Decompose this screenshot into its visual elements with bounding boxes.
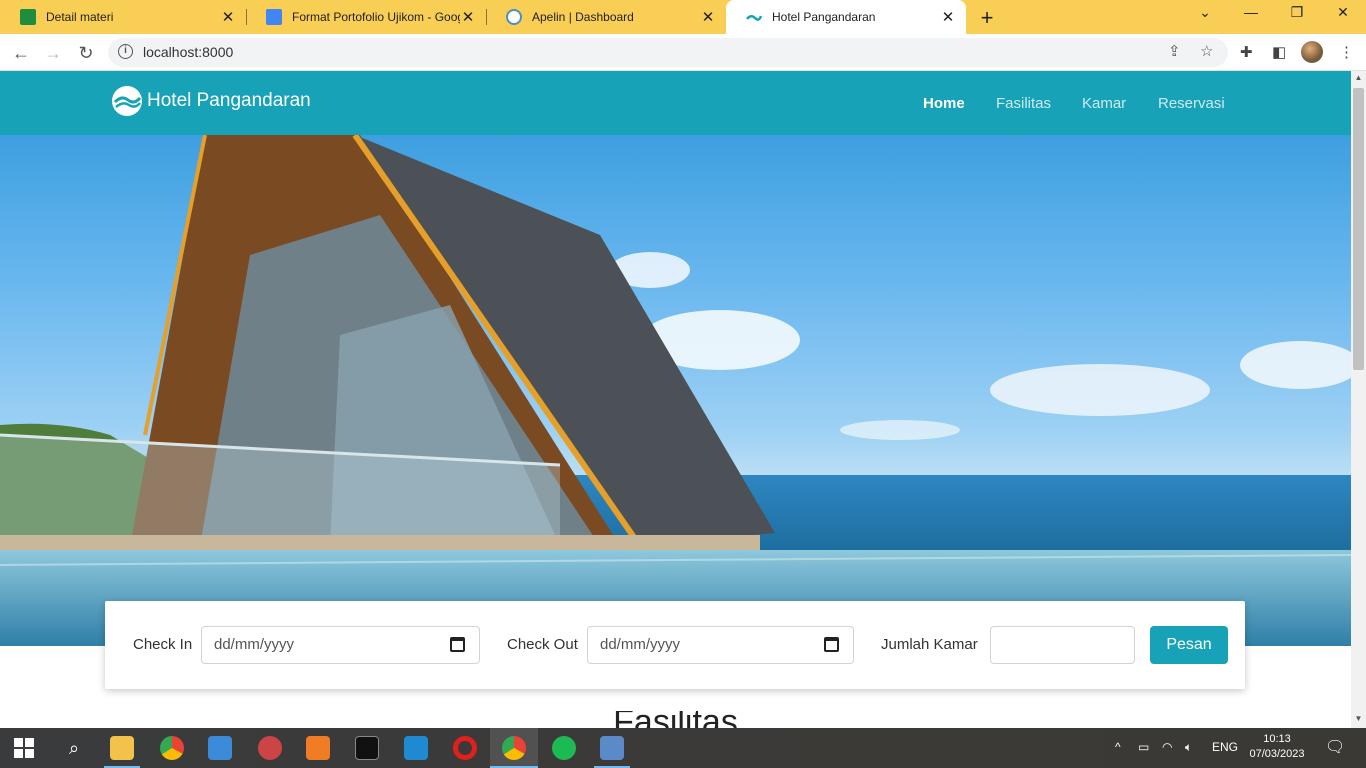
close-tab-icon[interactable]: ✕: [460, 8, 476, 26]
address-url[interactable]: localhost:8000: [143, 44, 233, 60]
tab-apelin-dashboard[interactable]: Apelin | Dashboard ✕: [486, 0, 726, 34]
checkout-placeholder: dd/mm/yyyy: [600, 636, 681, 653]
scroll-down-icon[interactable]: ▼: [1351, 714, 1366, 723]
brand-name: Hotel Pangandaran: [147, 90, 311, 111]
windows-start-icon[interactable]: [14, 738, 34, 758]
tab-format-portofolio[interactable]: Format Portofolio Ujikom - Goog ✕: [246, 0, 486, 34]
facilities-section-title: Fasilitas: [0, 711, 1351, 728]
section-title-text: Fasilitas: [613, 711, 738, 728]
rooms-label: Jumlah Kamar: [881, 636, 978, 653]
site-navbar: Hotel Pangandaran Home Fasilitas Kamar R…: [0, 71, 1351, 135]
apelin-icon: [506, 9, 522, 25]
site-info-icon[interactable]: i: [118, 44, 133, 59]
reload-icon[interactable]: ↻: [73, 40, 99, 66]
nav-home[interactable]: Home: [923, 95, 965, 112]
booking-form: Check In dd/mm/yyyy Check Out dd/mm/yyyy…: [105, 601, 1245, 689]
volume-icon[interactable]: 🔈︎: [1185, 740, 1192, 755]
chrome-icon[interactable]: [160, 736, 184, 760]
tray-chevron-icon[interactable]: ^: [1115, 740, 1121, 754]
taskbar-clock[interactable]: 10:13 07/03/2023: [1244, 732, 1310, 762]
scroll-up-icon[interactable]: ▲: [1351, 73, 1366, 82]
tab-detail-materi[interactable]: Detail materi ✕: [0, 0, 246, 34]
nav-reservasi[interactable]: Reservasi: [1158, 95, 1225, 112]
close-tab-icon[interactable]: ✕: [220, 8, 236, 26]
tab-hotel-pangandaran[interactable]: Hotel Pangandaran ✕: [726, 0, 966, 34]
web-page: Hotel Pangandaran Home Fasilitas Kamar R…: [0, 71, 1351, 728]
share-icon[interactable]: ⇪: [1168, 42, 1181, 60]
calendar-icon[interactable]: [824, 637, 839, 652]
windows-taskbar: ⌕ ^ ▭ ◠ 🔈︎ ENG 10:13 07/03/2023 🗨︎: [0, 728, 1366, 768]
site-brand[interactable]: Hotel Pangandaran: [112, 86, 311, 116]
checkin-label: Check In: [133, 636, 193, 653]
docs-icon: [266, 9, 282, 25]
hero-image: [0, 135, 1351, 646]
clock-date: 07/03/2023: [1249, 748, 1305, 760]
tab-title: Detail materi: [46, 10, 114, 24]
hero-building-illustration: [0, 135, 1351, 646]
app-icon[interactable]: [258, 736, 282, 760]
notifications-icon[interactable]: 🗨︎: [1325, 737, 1345, 757]
extensions-icon[interactable]: ✚: [1240, 43, 1253, 61]
chrome-profile-icon[interactable]: [502, 736, 526, 760]
rooms-input[interactable]: [990, 626, 1135, 664]
language-indicator[interactable]: ENG: [1212, 740, 1238, 754]
tab-title: Format Portofolio Ujikom - Goog: [292, 10, 460, 24]
spotify-icon[interactable]: [552, 736, 576, 760]
new-tab-button[interactable]: +: [976, 5, 998, 31]
checkout-date-input[interactable]: dd/mm/yyyy: [587, 626, 854, 664]
wave-icon: [746, 9, 763, 25]
battery-icon[interactable]: ▭: [1138, 740, 1149, 754]
profile-avatar[interactable]: [1301, 41, 1323, 63]
checkin-placeholder: dd/mm/yyyy: [214, 636, 295, 653]
address-bar[interactable]: i localhost:8000 ⇪ ☆: [108, 38, 1228, 67]
terminal-icon[interactable]: [355, 736, 379, 760]
wave-logo-icon: [112, 86, 142, 116]
calendar-icon[interactable]: [450, 637, 465, 652]
menu-icon[interactable]: ⋮: [1339, 43, 1354, 61]
forward-icon[interactable]: →: [40, 40, 66, 66]
clock-time: 10:13: [1263, 733, 1291, 745]
nav-kamar[interactable]: Kamar: [1082, 95, 1126, 112]
bookmark-star-icon[interactable]: ☆: [1200, 42, 1213, 60]
side-panel-icon[interactable]: ◧: [1272, 43, 1286, 61]
scrollbar-thumb[interactable]: [1353, 88, 1364, 370]
classroom-icon: [20, 9, 36, 25]
nav-fasilitas[interactable]: Fasilitas: [996, 95, 1051, 112]
remote-desktop-icon[interactable]: [600, 736, 624, 760]
pesan-button[interactable]: Pesan: [1150, 626, 1228, 664]
minimize-icon[interactable]: —: [1239, 4, 1263, 20]
close-tab-icon[interactable]: ✕: [700, 8, 716, 26]
xampp-icon[interactable]: [306, 736, 330, 760]
close-tab-icon[interactable]: ✕: [940, 8, 956, 26]
photos-icon[interactable]: [208, 736, 232, 760]
vscode-icon[interactable]: [404, 736, 428, 760]
close-window-icon[interactable]: ✕: [1331, 4, 1355, 21]
checkin-date-input[interactable]: dd/mm/yyyy: [201, 626, 480, 664]
tab-search-icon[interactable]: ⌄: [1193, 4, 1217, 21]
file-explorer-icon[interactable]: [110, 736, 134, 760]
back-icon[interactable]: ←: [8, 40, 34, 66]
browser-toolbar: ← → ↻ i localhost:8000 ⇪ ☆ ✚ ◧ ⋮: [0, 34, 1366, 71]
restore-icon[interactable]: ❐: [1285, 4, 1309, 21]
checkout-label: Check Out: [507, 636, 578, 653]
tab-title: Hotel Pangandaran: [772, 10, 876, 24]
browser-tab-strip: Detail materi ✕ Format Portofolio Ujikom…: [0, 0, 1366, 34]
opera-icon[interactable]: [453, 736, 477, 760]
search-icon[interactable]: ⌕: [62, 736, 86, 760]
wifi-icon[interactable]: ◠: [1162, 740, 1172, 754]
tab-title: Apelin | Dashboard: [532, 10, 634, 24]
